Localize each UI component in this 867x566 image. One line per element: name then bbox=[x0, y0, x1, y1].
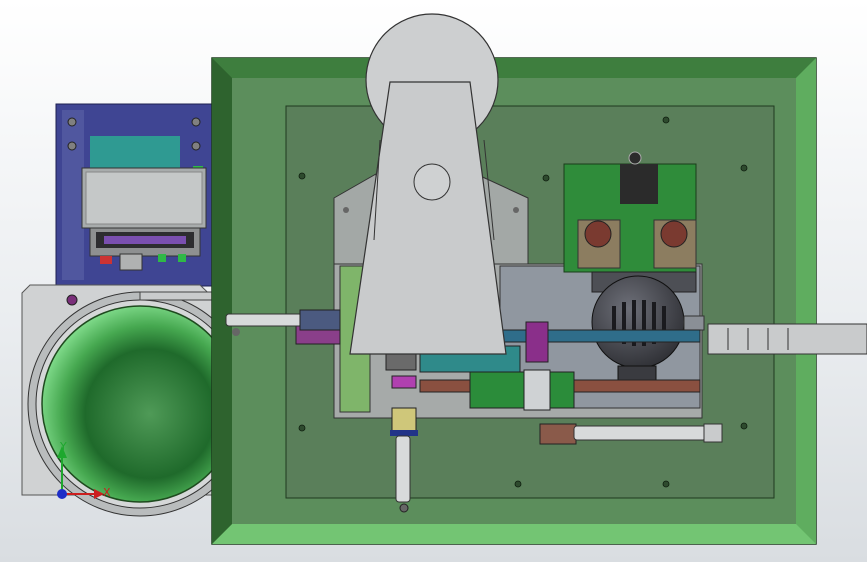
control-box bbox=[55, 103, 217, 287]
output-chute bbox=[707, 323, 867, 355]
machine-top-view bbox=[21, 13, 867, 545]
axis-label-x: X bbox=[103, 486, 111, 499]
green-board bbox=[563, 151, 697, 273]
axis-label-y: Y bbox=[60, 440, 67, 453]
cad-viewport[interactable]: Y X bbox=[0, 0, 867, 562]
